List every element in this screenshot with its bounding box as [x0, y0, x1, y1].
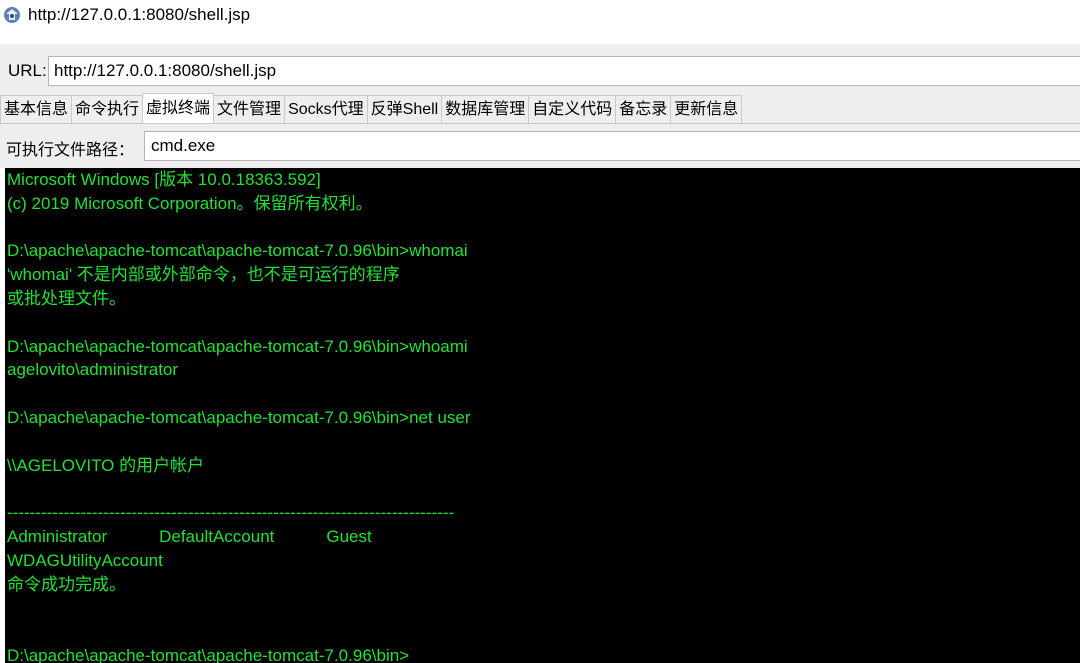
virtual-terminal[interactable]: Microsoft Windows [版本 10.0.18363.592] (c)…	[0, 168, 1080, 663]
app-logo-icon	[4, 7, 20, 23]
tab-basic-info[interactable]: 基本信息	[0, 95, 73, 123]
executable-path-label: 可执行文件路径：	[6, 142, 135, 159]
executable-path-input[interactable]: cmd.exe	[144, 131, 1080, 161]
terminal-line: D:\apache\apache-tomcat\apache-tomcat-7.…	[7, 241, 468, 261]
terminal-line: Microsoft Windows [版本 10.0.18363.592]	[7, 170, 321, 189]
tab-custom-code[interactable]: 自定义代码	[528, 95, 617, 123]
terminal-line: 命令成功完成。	[7, 574, 126, 594]
tab-bar: 基本信息 命令执行 虚拟终端 文件管理 Socks代理 反弹Shell 数据库管理 自定义代码…	[0, 93, 1080, 124]
terminal-line: D:\apache\apache-tomcat\apache-tomcat-7.…	[7, 407, 471, 427]
terminal-line: D:\apache\apache-tomcat\apache-tomcat-7.…	[7, 336, 468, 356]
url-input[interactable]: http://127.0.0.1:8080/shell.jsp	[48, 56, 1080, 86]
terminal-line: WDAGUtilityAccount	[7, 550, 163, 570]
url-label: URL:	[8, 61, 47, 80]
terminal-line: \\AGELOVITO 的用户帐户	[7, 455, 205, 475]
terminal-output: Microsoft Windows [版本 10.0.18363.592] (c)…	[7, 168, 471, 663]
tab-virtual-terminal[interactable]: 虚拟终端	[142, 93, 215, 123]
terminal-line: (c) 2019 Microsoft Corporation。保留所有权利。	[7, 193, 373, 213]
tab-command-exec[interactable]: 命令执行	[71, 95, 144, 123]
window-title: http://127.0.0.1:8080/shell.jsp	[28, 5, 251, 24]
tab-reverse-shell[interactable]: 反弹Shell	[366, 95, 443, 123]
terminal-line: Administrator DefaultAccount Guest	[7, 526, 372, 546]
tab-update-info[interactable]: 更新信息	[670, 95, 743, 123]
tab-database-manager[interactable]: 数据库管理	[441, 95, 530, 123]
url-bar: URL: http://127.0.0.1:8080/shell.jsp	[0, 44, 1080, 98]
terminal-line: 或批处理文件。	[7, 288, 126, 308]
tab-memo[interactable]: 备忘录	[615, 95, 672, 123]
tab-socks-proxy[interactable]: Socks代理	[284, 95, 368, 123]
title-bar: http://127.0.0.1:8080/shell.jsp	[0, 0, 1080, 30]
executable-path-row: 可执行文件路径： cmd.exe	[0, 124, 1080, 168]
terminal-line: D:\apache\apache-tomcat\apache-tomcat-7.…	[7, 645, 410, 663]
terminal-line: ----------------------------------------…	[7, 503, 455, 523]
terminal-line: agelovito\administrator	[7, 360, 179, 380]
tab-file-manager[interactable]: 文件管理	[213, 95, 286, 123]
terminal-line: 'whomai' 不是内部或外部命令，也不是可运行的程序	[7, 265, 400, 285]
